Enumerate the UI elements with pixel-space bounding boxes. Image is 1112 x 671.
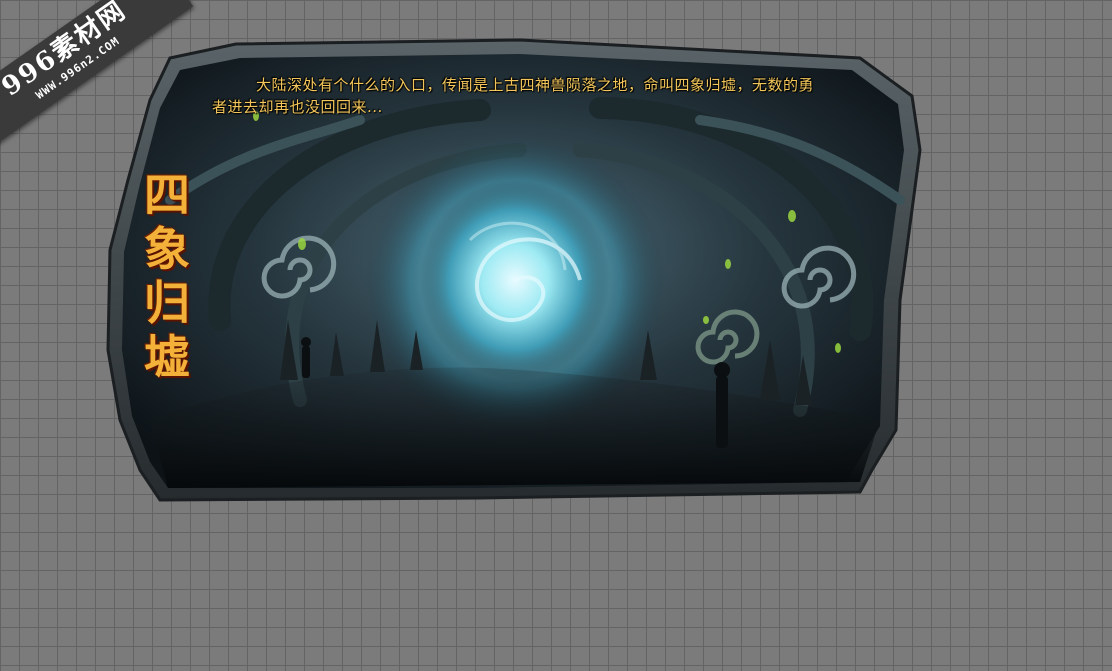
rock-spires [280, 320, 812, 405]
watermark-ribbon: 996素材网 WWW.996n2.COM [0, 0, 194, 156]
spiral-glyphs [261, 235, 857, 365]
scene-backdrop [122, 54, 904, 488]
hero-figures [301, 337, 730, 448]
title-char-4: 墟 [144, 330, 190, 384]
green-sparks [253, 111, 841, 353]
scene-description: 大陆深处有个什么的入口，传闻是上古四神兽陨落之地，命叫四象归墟，无数的勇者进去却… [212, 76, 815, 116]
portal-vortex [420, 180, 610, 380]
tree-arches [165, 97, 905, 417]
scene-title: 四 象 归 墟 [122, 168, 212, 384]
ground [150, 367, 880, 488]
portal-glow [365, 135, 665, 435]
title-char-3: 归 [144, 276, 190, 330]
title-char-2: 象 [144, 222, 190, 276]
title-char-1: 四 [144, 168, 190, 222]
portal-swirl [468, 221, 582, 322]
